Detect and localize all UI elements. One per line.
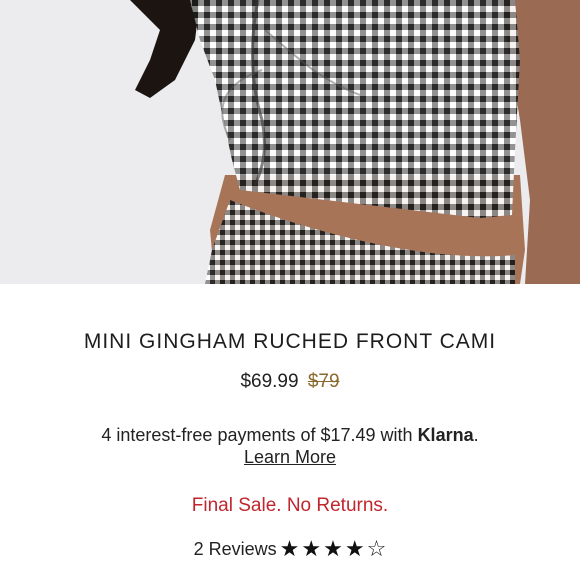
klarna-period: .	[473, 425, 479, 445]
star-filled-icon: ★	[344, 536, 365, 561]
product-title: MINI GINGHAM RUCHED FRONT CAMI	[83, 330, 497, 353]
product-photo-svg	[0, 0, 580, 284]
reviews-row[interactable]: 2 Reviews ★ ★ ★ ★ ☆	[0, 538, 580, 560]
product-info: MINI GINGHAM RUCHED FRONT CAMI $69.99 $7…	[0, 284, 580, 579]
final-sale-notice: Final Sale. No Returns.	[191, 495, 389, 516]
klarna-installments: 4 interest-free payments of $17.49 with …	[0, 425, 580, 446]
learn-more-row: Learn More	[0, 447, 580, 468]
reviews-count[interactable]: 2 Reviews	[194, 539, 277, 560]
learn-more-link[interactable]: Learn More	[244, 447, 336, 467]
original-price: $79	[307, 371, 340, 392]
klarna-brand: Klarna	[417, 425, 474, 445]
star-filled-icon: ★	[279, 536, 300, 561]
price-row: $69.99 $79	[0, 371, 580, 393]
sale-price: $69.99	[240, 371, 299, 392]
star-empty-icon: ☆	[366, 536, 387, 561]
star-filled-icon: ★	[301, 536, 322, 561]
klarna-text: 4 interest-free payments of $17.49 with	[101, 425, 418, 445]
product-photo[interactable]	[0, 0, 580, 284]
star-filled-icon: ★	[323, 536, 343, 561]
rating-stars: ★ ★ ★ ★ ☆	[280, 538, 387, 560]
